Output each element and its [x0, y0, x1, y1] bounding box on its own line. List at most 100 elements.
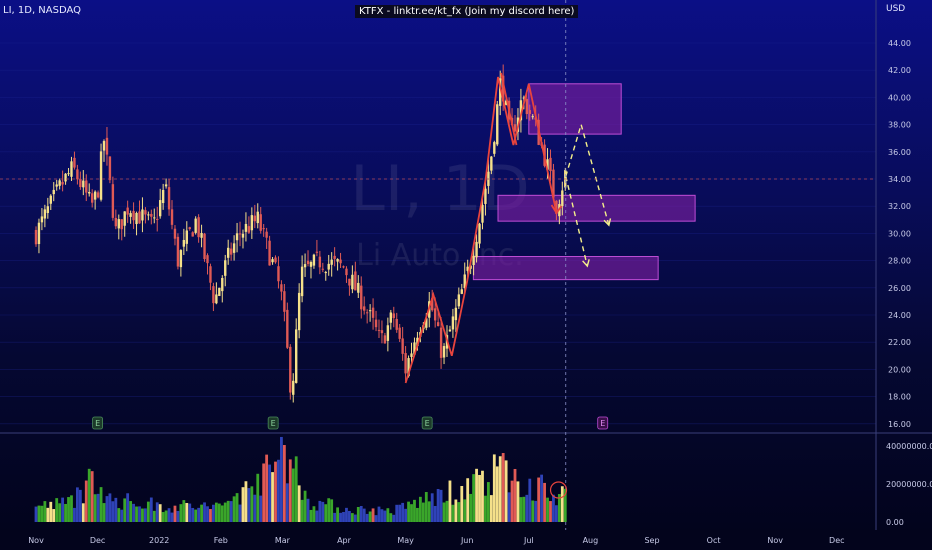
volume-bar [498, 456, 502, 522]
volume-bar [179, 504, 183, 522]
candle-body [88, 192, 91, 194]
earnings-marker-label: E [271, 419, 276, 428]
volume-bar [324, 504, 328, 522]
volume-bar [149, 497, 153, 522]
volume-bar [466, 478, 470, 522]
candle-body [167, 187, 171, 210]
volume-bar [383, 510, 387, 522]
volume-bar [342, 511, 345, 522]
volume-bar [182, 500, 186, 522]
candle-body [170, 209, 174, 225]
volume-bar [377, 506, 381, 522]
candle-body [138, 211, 141, 224]
volume-bar [451, 504, 455, 522]
volume-bar [554, 505, 558, 522]
volume-tick-label: 20000000.00 [886, 480, 932, 489]
volume-bar [217, 503, 221, 522]
volume-bar [380, 509, 384, 522]
volume-bar [256, 473, 260, 522]
volume-bar [371, 508, 375, 522]
volume-bar [522, 496, 526, 522]
volume-bar [516, 481, 520, 522]
candle-body [37, 222, 41, 245]
candle-body [377, 329, 381, 331]
volume-bar [427, 501, 431, 522]
volume-bar [416, 507, 419, 522]
price-tick-label: 34.00 [888, 175, 911, 184]
candle-body [70, 161, 73, 177]
candle-body [363, 306, 366, 311]
price-chart[interactable]: LI, 1DLi Auto Inc.E E E E44.0042.0040.0038.… [0, 0, 932, 550]
price-tick-label: 42.00 [888, 66, 911, 75]
volume-bar [170, 512, 174, 522]
candle-body [76, 169, 79, 180]
candle-body [318, 256, 322, 268]
volume-bar [158, 504, 162, 522]
volume-bars [34, 436, 567, 522]
volume-bar [70, 495, 73, 522]
chart-stage: LI, 1D Li Auto Inc. E E E E 44.00 42.00 40.00 38.… [0, 0, 932, 550]
volume-bar [448, 480, 452, 522]
candle-body [61, 182, 64, 185]
volume-bar [306, 498, 310, 522]
volume-bar [489, 495, 493, 522]
candle-body [306, 260, 310, 264]
volume-bar [356, 506, 360, 522]
volume-bar [67, 497, 70, 522]
candle-body [448, 329, 452, 332]
volume-bar [401, 502, 405, 522]
volume-bar [359, 506, 363, 522]
candle-body [442, 346, 446, 358]
volume-bar [549, 501, 552, 522]
volume-bar [141, 508, 144, 522]
volume-bar [300, 499, 304, 522]
candle-body [472, 255, 475, 265]
candle-body [386, 325, 390, 341]
price-tick-label: 44.00 [888, 39, 911, 48]
volume-bar [445, 500, 449, 522]
candle-body [309, 261, 313, 267]
volume-bar [546, 497, 549, 522]
candle-body [73, 157, 76, 168]
candle-body [496, 104, 499, 145]
candle-body [436, 322, 440, 327]
candle-body [52, 189, 55, 195]
candle-body [218, 287, 221, 296]
volume-bar [108, 493, 112, 522]
candle-body [360, 285, 363, 310]
candle-body [102, 141, 106, 151]
candle-body [176, 236, 180, 267]
candle-body [294, 329, 298, 383]
time-tick-label: Jul [523, 536, 534, 545]
time-tick-label: Dec [90, 536, 105, 545]
candle-body [206, 255, 209, 264]
volume-bar [413, 499, 416, 522]
volume-bar [238, 504, 242, 522]
volume-bar [117, 508, 121, 522]
volume-bar [37, 505, 41, 522]
volume-bar [93, 494, 97, 522]
candle-body [105, 137, 109, 155]
volume-bar [87, 468, 91, 522]
candle-body [333, 255, 336, 259]
candle-body [478, 223, 481, 244]
volume-bar [374, 515, 378, 522]
volume-bar [330, 499, 334, 522]
time-tick-label: Apr [337, 536, 352, 545]
candle-body [292, 380, 295, 395]
candle-body [336, 259, 339, 262]
volume-tick-label: 0.00 [886, 518, 904, 527]
volume-bar [510, 480, 514, 522]
candle-body [215, 294, 218, 304]
volume-bar [560, 486, 564, 522]
volume-bar [442, 502, 446, 522]
volume-bar [200, 504, 203, 522]
time-tick-label: Jun [460, 536, 474, 545]
volume-bar [144, 508, 147, 522]
candle-body [383, 335, 387, 344]
candle-body [141, 209, 144, 221]
candle-body [120, 219, 123, 230]
candle-body [484, 188, 487, 204]
volume-bar [155, 502, 159, 522]
banner-label[interactable]: KTFX - linktr.ee/kt_fx (Join my discord … [355, 5, 579, 18]
